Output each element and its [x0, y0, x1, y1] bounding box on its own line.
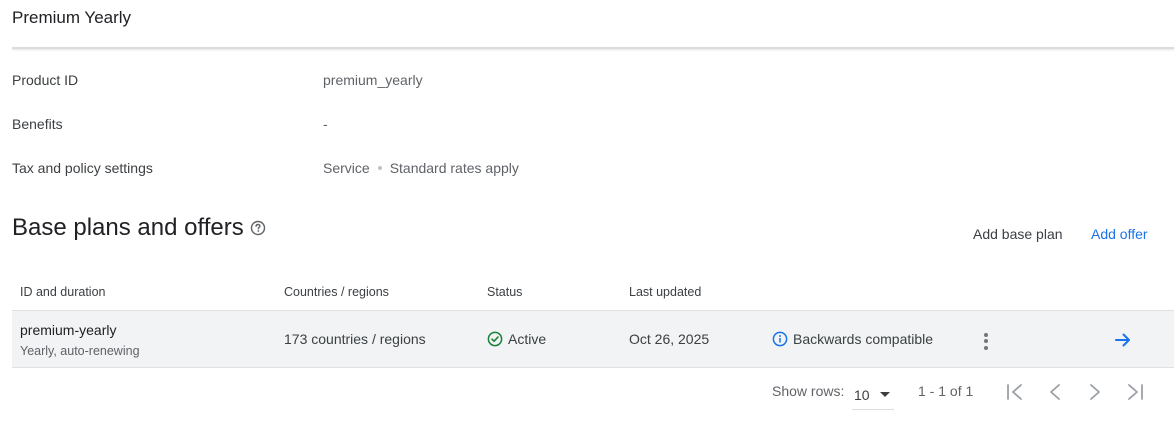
column-header-countries: Countries / regions — [284, 285, 389, 299]
section-title: Base plans and offers — [12, 214, 266, 242]
base-plan-id: premium-yearly — [20, 322, 117, 338]
compatibility-badge: Backwards compatible — [772, 331, 933, 347]
prev-page-icon[interactable] — [1044, 381, 1066, 403]
rows-per-page-select[interactable]: 10 — [852, 378, 894, 410]
arrow-right-icon[interactable] — [1112, 329, 1134, 351]
benefits-value: - — [323, 116, 328, 132]
last-page-icon[interactable] — [1124, 381, 1146, 403]
product-id-value: premium_yearly — [323, 72, 423, 88]
status-text: Active — [508, 331, 547, 347]
compatibility-text: Backwards compatible — [793, 331, 934, 347]
section-title-text: Base plans and offers — [12, 214, 244, 241]
dot-separator — [377, 166, 382, 170]
caret-down-icon — [879, 392, 890, 397]
benefits-label: Benefits — [12, 116, 63, 132]
rows-per-page-value: 10 — [854, 386, 870, 403]
table-row[interactable]: premium-yearly Yearly, auto-renewing 173… — [12, 310, 1174, 368]
more-vert-icon[interactable] — [978, 329, 994, 353]
add-offer-button[interactable]: Add offer — [1091, 226, 1148, 242]
tax-category: Service — [323, 160, 370, 176]
tax-policy-value: Service Standard rates apply — [323, 160, 519, 176]
column-header-status: Status — [487, 285, 523, 299]
help-icon[interactable] — [250, 220, 266, 236]
countries-count: 173 countries / regions — [284, 331, 426, 347]
pagination-range: 1 - 1 of 1 — [918, 383, 974, 399]
tax-rate: Standard rates apply — [389, 160, 519, 176]
first-page-icon[interactable] — [1004, 381, 1026, 403]
tax-policy-label: Tax and policy settings — [12, 160, 153, 176]
column-header-last-updated: Last updated — [629, 285, 702, 299]
column-header-id: ID and duration — [20, 285, 106, 299]
title-divider — [12, 47, 1174, 49]
product-id-label: Product ID — [12, 72, 79, 88]
show-rows-label: Show rows: — [772, 383, 845, 399]
page-title: Premium Yearly — [12, 8, 132, 27]
info-icon — [772, 331, 788, 347]
check-circle-icon — [487, 331, 503, 347]
next-page-icon[interactable] — [1084, 381, 1106, 403]
base-plan-duration: Yearly, auto-renewing — [20, 344, 140, 358]
last-updated: Oct 26, 2025 — [629, 331, 710, 347]
add-base-plan-button[interactable]: Add base plan — [973, 226, 1063, 242]
status-badge: Active — [487, 331, 546, 347]
